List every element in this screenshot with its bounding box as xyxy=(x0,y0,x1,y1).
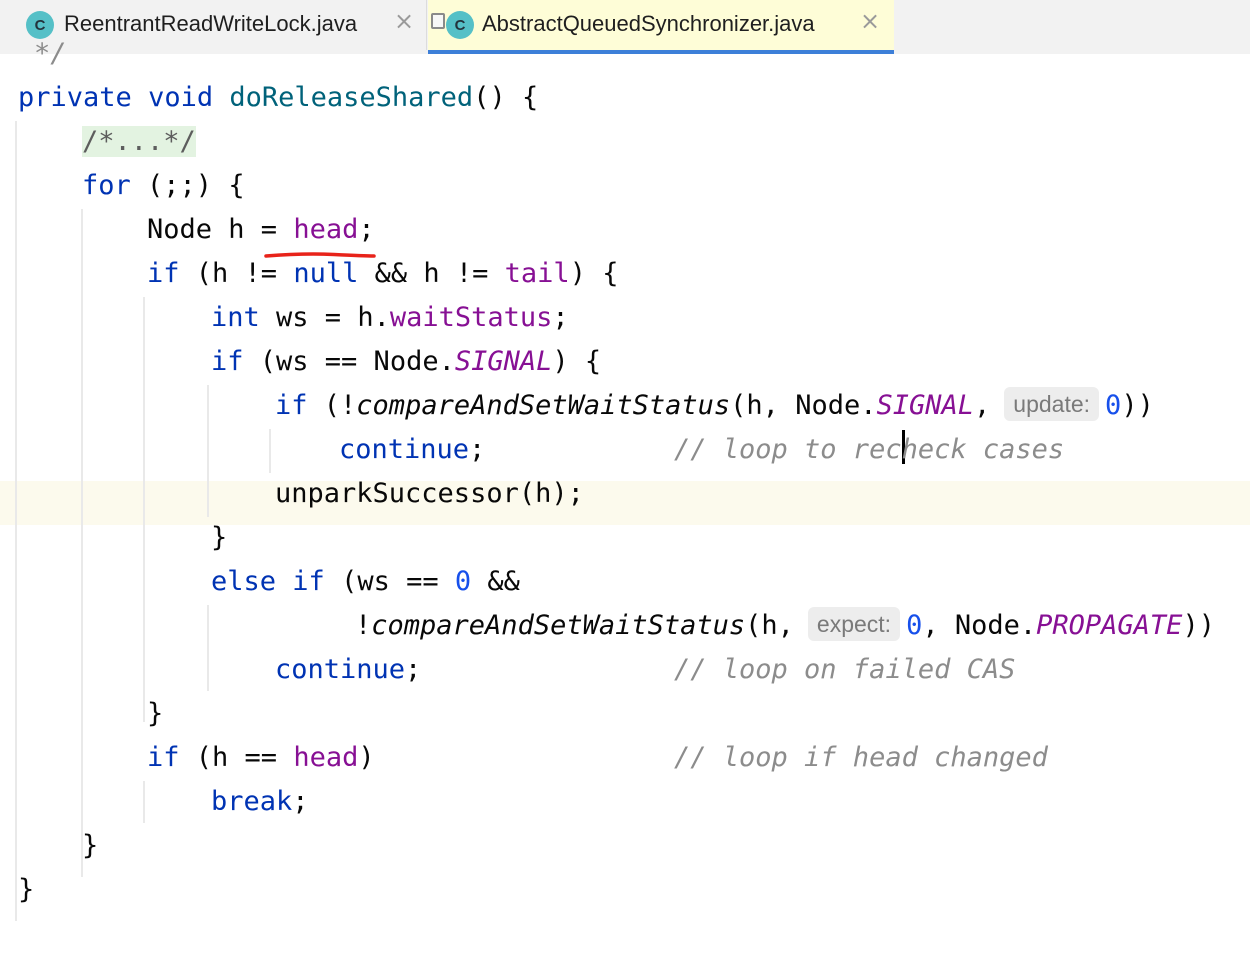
code-line: } xyxy=(82,830,99,861)
code-line: continue; xyxy=(275,654,422,685)
code-line: if (h == head) xyxy=(147,742,375,773)
code-line: Node h = head; xyxy=(147,214,375,245)
code-editor[interactable]: */ private void doReleaseShared() { /*..… xyxy=(0,38,1250,954)
tab-label: AbstractQueuedSynchronizer.java xyxy=(482,11,815,36)
code-line: unparkSuccessor(h); xyxy=(275,478,584,509)
indent-guide xyxy=(143,297,145,722)
indent-guide xyxy=(15,121,17,921)
editor-tab-bar: C ReentrantReadWriteLock.java × C Abstra… xyxy=(0,0,1250,54)
code-line: !compareAndSetWaitStatus(h, expect: 0, Nod… xyxy=(355,604,1215,648)
indent-guide xyxy=(269,429,271,473)
tab-divider xyxy=(426,0,427,50)
indent-guide xyxy=(207,385,209,517)
indent-guide xyxy=(143,781,145,823)
code-line: } xyxy=(211,522,228,553)
code-line: */ xyxy=(34,38,67,69)
field-reference[interactable]: head xyxy=(293,214,358,245)
parameter-hint: update: xyxy=(1004,387,1100,421)
code-line: if (h != null && h != tail) { xyxy=(147,258,619,289)
code-line: } xyxy=(18,874,35,905)
java-class-icon: C xyxy=(446,11,474,39)
folded-comment[interactable]: /*...*/ xyxy=(82,126,196,157)
code-line: else if (ws == 0 && xyxy=(211,566,520,597)
red-underline-annotation xyxy=(264,252,376,258)
code-line: if (ws == Node.SIGNAL) { xyxy=(211,346,602,377)
code-line: continue; xyxy=(339,434,486,465)
method-name[interactable]: doReleaseShared xyxy=(229,82,473,113)
code-comment: // loop if head changed xyxy=(674,742,1048,773)
code-line: if (!compareAndSetWaitStatus(h, Node.SIG… xyxy=(275,384,1154,428)
close-icon[interactable]: × xyxy=(394,7,414,35)
code-line: break; xyxy=(211,786,309,817)
code-line: /*...*/ xyxy=(82,120,196,164)
tab-reentrant-read-write-lock[interactable]: C ReentrantReadWriteLock.java × xyxy=(10,0,424,50)
close-icon[interactable]: × xyxy=(860,7,880,35)
read-only-lock-icon xyxy=(431,13,445,29)
code-line: private void doReleaseShared() { xyxy=(18,82,539,113)
current-line-highlight xyxy=(0,481,1250,525)
indent-guide xyxy=(207,605,209,691)
indent-guide xyxy=(81,209,83,877)
code-comment: // loop to recheck cases xyxy=(674,428,1064,472)
code-comment: // loop on failed CAS xyxy=(674,654,1016,685)
tab-label: ReentrantReadWriteLock.java xyxy=(64,11,358,36)
code-line: int ws = h.waitStatus; xyxy=(211,302,569,333)
tab-abstract-queued-synchronizer[interactable]: C AbstractQueuedSynchronizer.java × xyxy=(428,0,894,54)
code-line: for (;;) { xyxy=(82,170,245,201)
code-line: } xyxy=(147,698,164,729)
parameter-hint: expect: xyxy=(807,607,901,641)
